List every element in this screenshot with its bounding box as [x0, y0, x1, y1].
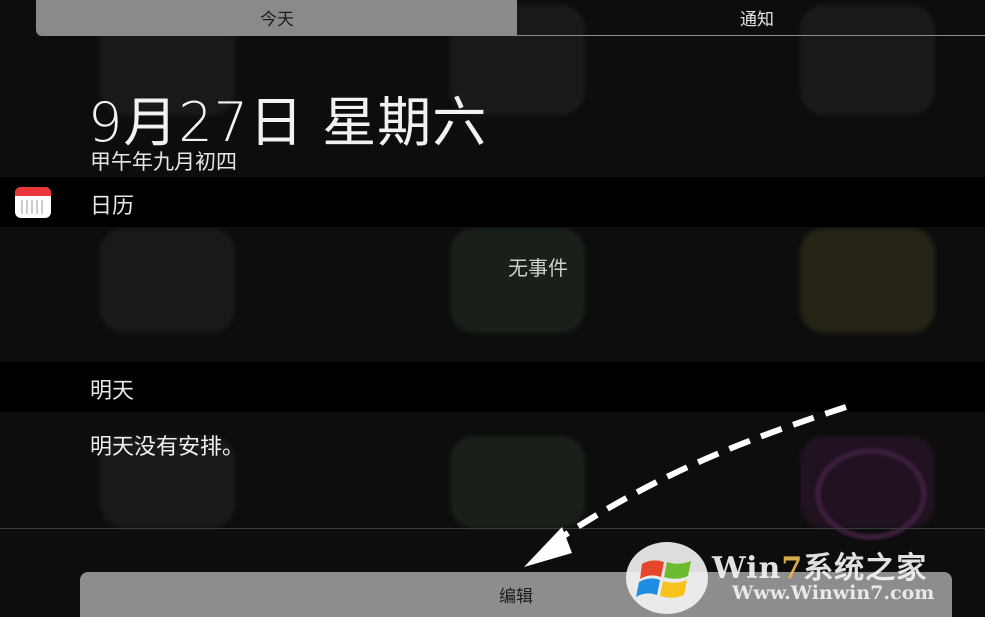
background-app-icon — [450, 436, 585, 528]
edit-button-label: 编辑 — [499, 587, 533, 607]
notification-center-tabs: 今天 通知 — [36, 0, 985, 36]
tomorrow-section-title: 明天 — [90, 379, 135, 404]
tab-today[interactable]: 今天 — [37, 0, 517, 35]
tab-notifications[interactable]: 通知 — [517, 0, 985, 35]
background-music-icon — [815, 448, 927, 540]
background-app-icon — [800, 228, 935, 333]
no-events-text: 无事件 — [508, 256, 568, 280]
tomorrow-summary-text: 明天没有安排。 — [90, 435, 245, 460]
windows-logo-watermark — [626, 542, 708, 614]
section-divider — [0, 528, 985, 529]
watermark-brand-win: Win — [712, 551, 782, 586]
calendar-icon — [15, 187, 51, 218]
background-app-icon — [800, 436, 935, 528]
watermark-brand-7: 7 — [781, 551, 804, 586]
calendar-section-title: 日历 — [90, 194, 135, 219]
calendar-section-header — [0, 177, 985, 227]
watermark-brand-suffix: 系统之家 — [803, 551, 928, 586]
watermark-url: Www.Winwin7.com — [732, 582, 935, 604]
tomorrow-section-header — [0, 362, 985, 412]
background-app-icon — [100, 228, 235, 333]
lunar-date: 甲午年九月初四 — [90, 150, 237, 174]
watermark-brand: Win7系统之家 — [712, 543, 927, 587]
